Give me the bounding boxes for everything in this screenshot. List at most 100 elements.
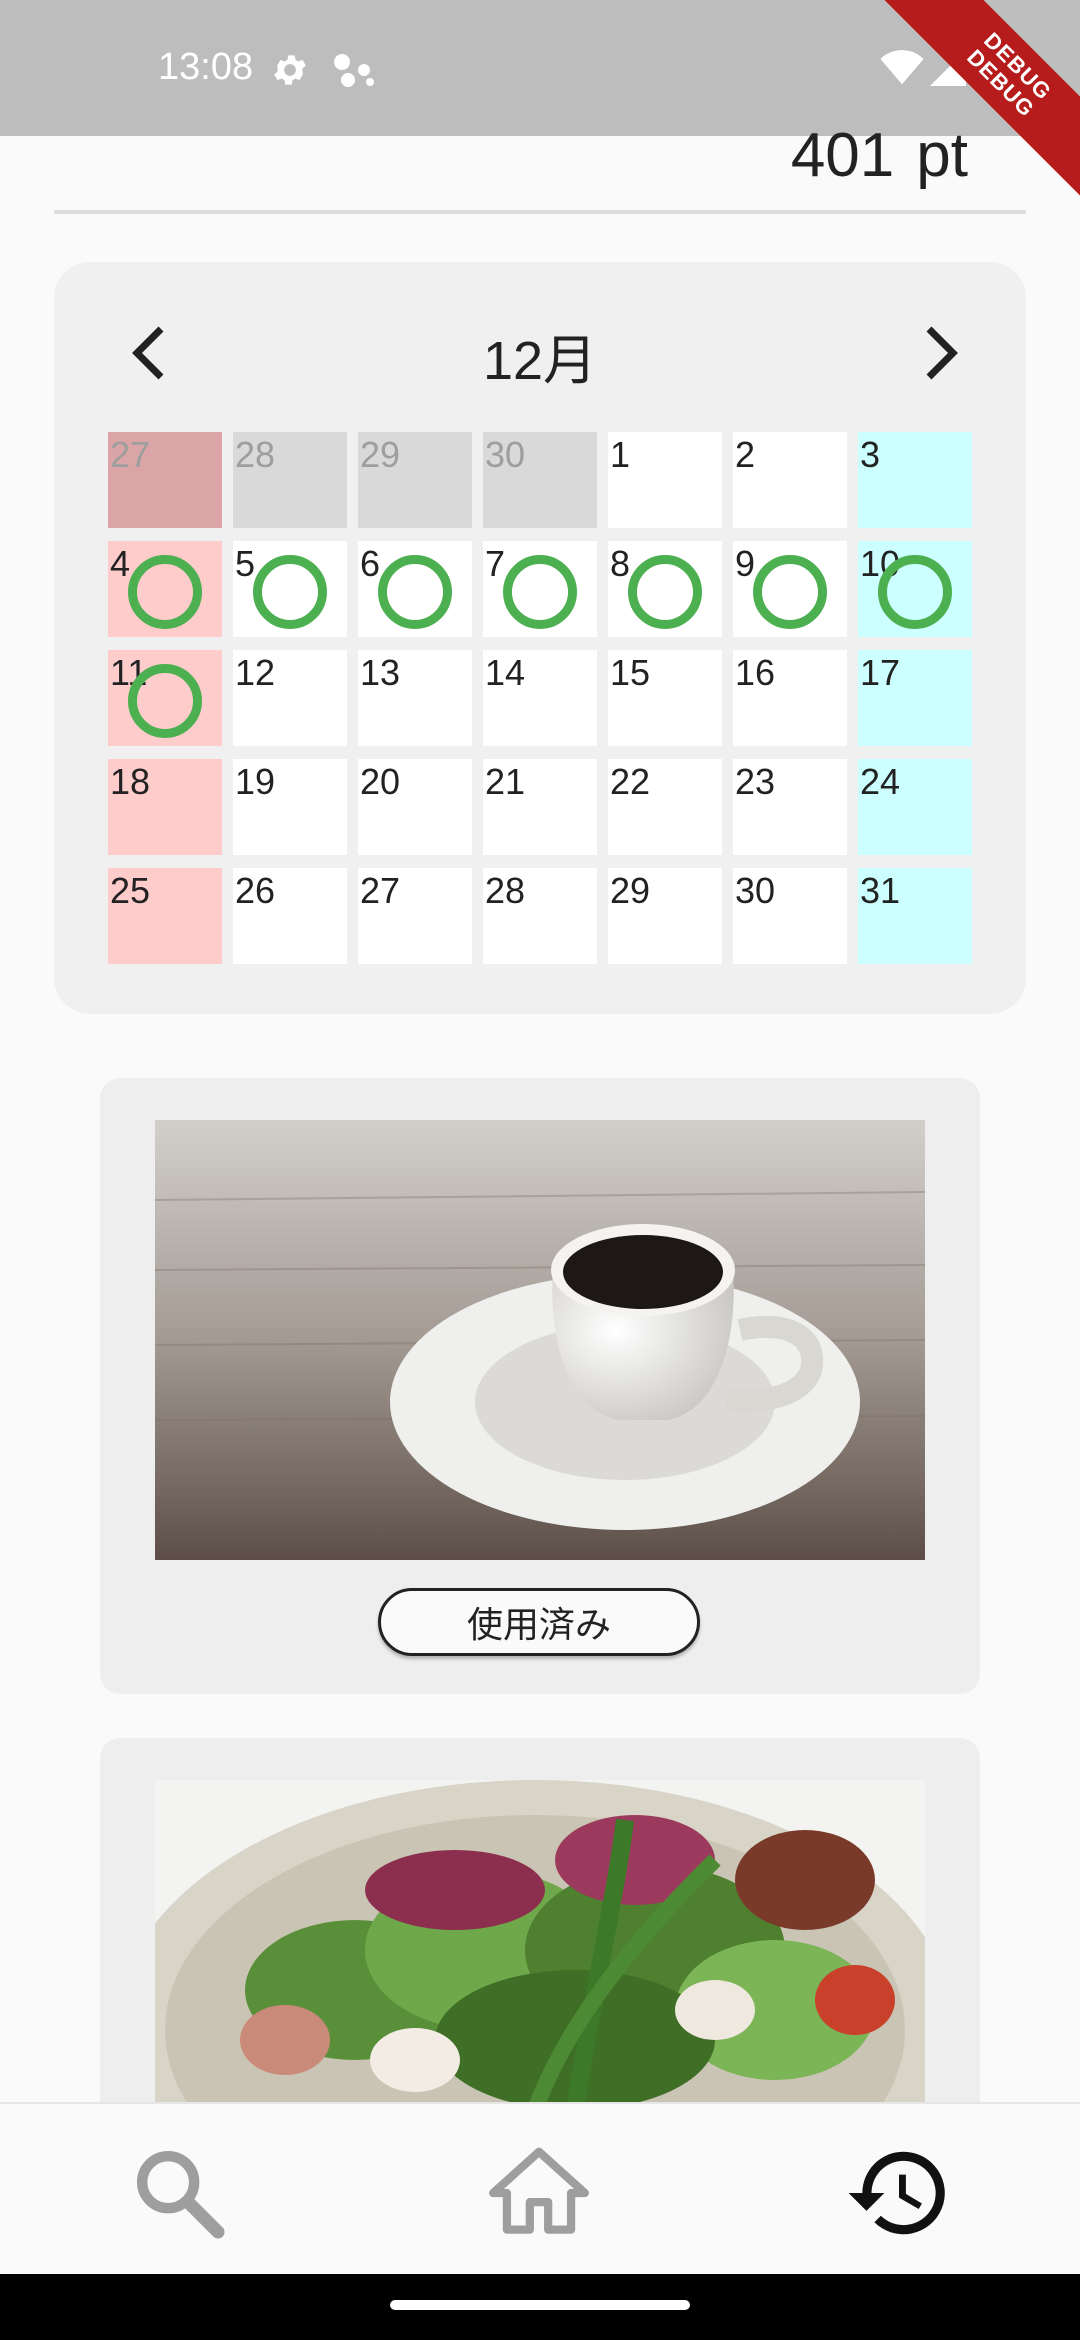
calendar-day[interactable]: 13 <box>358 650 472 746</box>
calendar-day-number: 30 <box>485 434 526 475</box>
calendar-day-number: 17 <box>860 652 901 693</box>
calendar-day-number: 28 <box>485 870 526 911</box>
calendar-day-number: 19 <box>235 761 276 802</box>
calendar-day[interactable]: 1 <box>608 432 722 528</box>
gesture-handle[interactable] <box>390 2300 690 2310</box>
calendar-day[interactable]: 11 <box>108 650 222 746</box>
calendar-day-number: 2 <box>735 434 756 475</box>
calendar-day-number: 7 <box>485 543 506 584</box>
calendar-day-number: 16 <box>735 652 776 693</box>
calendar-month-label: 12月 <box>482 331 598 391</box>
next-month-button[interactable] <box>906 318 976 388</box>
calendar-day-number: 12 <box>235 652 276 693</box>
calendar-day[interactable]: 4 <box>108 541 222 637</box>
calendar-day[interactable]: 19 <box>233 759 347 855</box>
calendar-day[interactable]: 26 <box>233 868 347 964</box>
stamp-calendar: 12月 27 28 29 30 1 2 3 4 5 6 7 8 9 10 11 12 13 14 15 16 17 18 1… <box>54 262 1026 1014</box>
home-icon <box>489 2147 589 2234</box>
calendar-day[interactable]: 28 <box>233 432 347 528</box>
calendar-day-number: 30 <box>735 870 776 911</box>
calendar-day[interactable]: 20 <box>358 759 472 855</box>
nav-search[interactable] <box>124 2138 234 2248</box>
stamp-circle-icon <box>628 555 702 629</box>
wifi-icon <box>880 50 924 85</box>
nav-home[interactable] <box>484 2138 594 2248</box>
calendar-day[interactable]: 28 <box>483 868 597 964</box>
calendar-day-number: 15 <box>610 652 651 693</box>
calendar-day[interactable]: 14 <box>483 650 597 746</box>
history-icon <box>848 2151 945 2235</box>
system-gesture-bar <box>0 2274 1080 2340</box>
calendar-day[interactable]: 25 <box>108 868 222 964</box>
nav-history[interactable] <box>844 2138 954 2248</box>
calendar-day[interactable]: 17 <box>858 650 972 746</box>
stamp-circle-icon <box>128 555 202 629</box>
used-button[interactable]: 使用済み <box>378 1588 700 1656</box>
points-display: 401 pt <box>791 120 968 191</box>
stamp-circle-icon <box>378 555 452 629</box>
points-divider <box>54 210 1026 214</box>
calendar-day[interactable]: 24 <box>858 759 972 855</box>
chevron-right-icon <box>926 326 958 380</box>
salad-photo <box>155 1780 925 2140</box>
calendar-day-number: 9 <box>735 543 756 584</box>
points-unit: pt <box>916 121 968 190</box>
calendar-day[interactable]: 29 <box>608 868 722 964</box>
calendar-day[interactable]: 9 <box>733 541 847 637</box>
calendar-day[interactable]: 27 <box>108 432 222 528</box>
calendar-day-number: 21 <box>485 761 526 802</box>
coupon-card <box>100 1738 980 2140</box>
stamp-circle-icon <box>503 555 577 629</box>
calendar-day[interactable]: 10 <box>858 541 972 637</box>
calendar-day[interactable]: 7 <box>483 541 597 637</box>
calendar-day-number: 22 <box>610 761 651 802</box>
calendar-day-number: 23 <box>735 761 776 802</box>
search-icon <box>136 2150 225 2239</box>
calendar-day-number: 20 <box>360 761 401 802</box>
calendar-day[interactable]: 18 <box>108 759 222 855</box>
calendar-day-number: 8 <box>610 543 631 584</box>
calendar-day[interactable]: 5 <box>233 541 347 637</box>
calendar-day-number: 28 <box>235 434 276 475</box>
calendar-day-number: 18 <box>110 761 151 802</box>
calendar-day[interactable]: 27 <box>358 868 472 964</box>
calendar-day-number: 27 <box>360 870 401 911</box>
calendar-day-number: 5 <box>235 543 256 584</box>
calendar-day-number: 27 <box>110 434 151 475</box>
settings-icon <box>274 55 306 85</box>
calendar-day-number: 14 <box>485 652 526 693</box>
coffee-cup-photo <box>155 1120 925 1560</box>
calendar-day-number: 24 <box>860 761 901 802</box>
calendar-day[interactable]: 6 <box>358 541 472 637</box>
calendar-day[interactable]: 29 <box>358 432 472 528</box>
calendar-day[interactable]: 16 <box>733 650 847 746</box>
calendar-day[interactable]: 22 <box>608 759 722 855</box>
bottom-nav <box>0 2102 1080 2274</box>
calendar-day-number: 26 <box>235 870 276 911</box>
status-time: 13:08 <box>158 46 254 88</box>
calendar-day-number: 1 <box>610 434 631 475</box>
calendar-day-number: 4 <box>110 543 131 584</box>
calendar-day-number: 29 <box>360 434 401 475</box>
calendar-day-number: 29 <box>610 870 651 911</box>
calendar-day[interactable]: 30 <box>733 868 847 964</box>
points-value: 401 <box>790 121 895 190</box>
calendar-day[interactable]: 3 <box>858 432 972 528</box>
calendar-day-number: 25 <box>110 870 151 911</box>
stamp-circle-icon <box>753 555 827 629</box>
calendar-day[interactable]: 30 <box>483 432 597 528</box>
calendar-day-number: 13 <box>360 652 401 693</box>
calendar-day[interactable]: 31 <box>858 868 972 964</box>
calendar-day-number: 6 <box>360 543 381 584</box>
calendar-day[interactable]: 23 <box>733 759 847 855</box>
calendar-day-number: 31 <box>860 870 901 911</box>
calendar-day[interactable]: 12 <box>233 650 347 746</box>
calendar-day[interactable]: 2 <box>733 432 847 528</box>
calendar-grid: 27 28 29 30 1 2 3 4 5 6 7 8 9 10 11 12 13 14 15 16 17 18 19 20 2… <box>108 432 972 964</box>
calendar-day[interactable]: 8 <box>608 541 722 637</box>
dots-icon <box>334 54 374 87</box>
calendar-day[interactable]: 21 <box>483 759 597 855</box>
calendar-day[interactable]: 15 <box>608 650 722 746</box>
coupon-card: 使用済み <box>100 1078 980 1694</box>
status-bar: 13:08 DEBUG DEBUG <box>0 0 1080 203</box>
